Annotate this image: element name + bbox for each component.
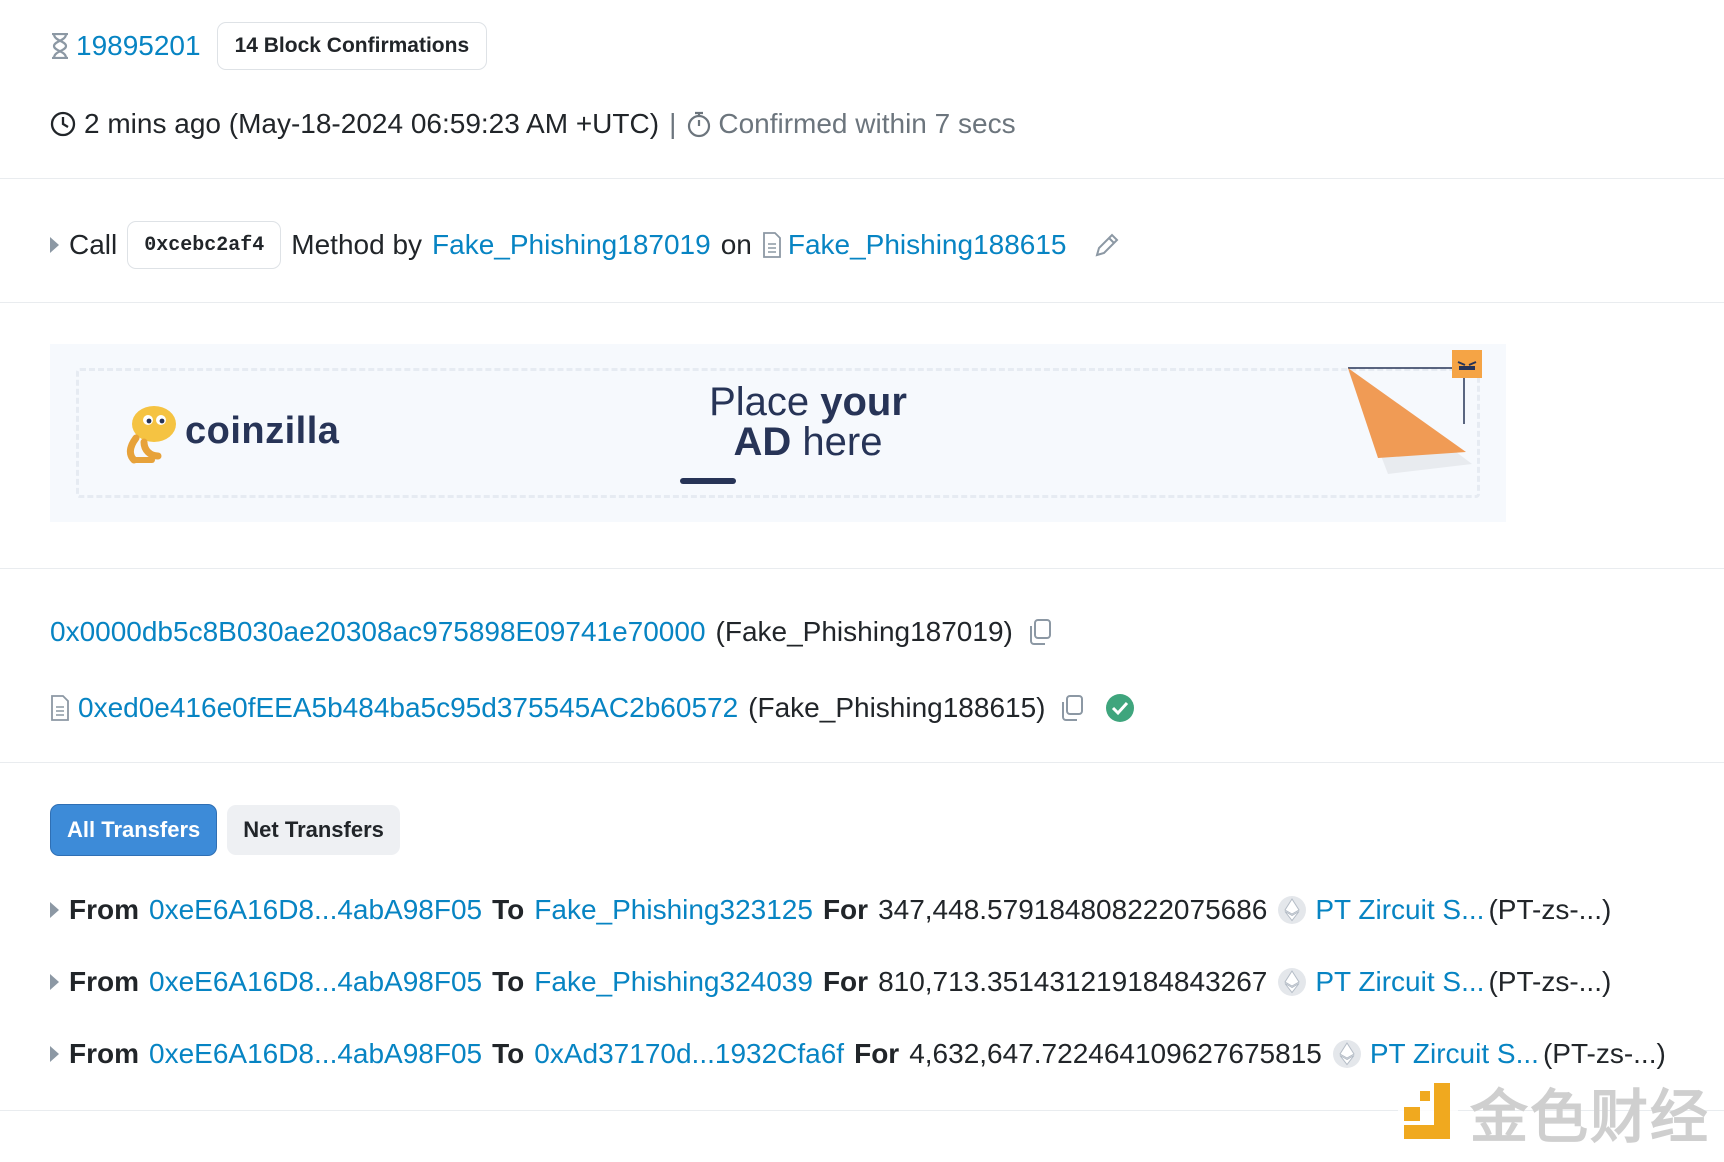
timestamp-separator: | xyxy=(669,108,677,139)
stopwatch-icon xyxy=(686,110,712,138)
timestamp-row: 2 mins ago (May-18-2024 06:59:23 AM +UTC… xyxy=(50,104,1016,144)
ad-line2-a: AD xyxy=(733,420,792,464)
confirmed-time-text: Confirmed within 7 secs xyxy=(718,108,1016,139)
method-by-label: Method by xyxy=(291,229,423,260)
to-keyword: To xyxy=(492,894,525,925)
timestamp-text: 2 mins ago (May-18-2024 06:59:23 AM +UTC… xyxy=(84,108,660,139)
contract-file-icon xyxy=(762,232,782,258)
expand-caret-icon[interactable] xyxy=(50,902,59,918)
transfer-to-link[interactable]: 0xAd37170d...1932Cfa6f xyxy=(534,1038,844,1070)
token-symbol: (PT-zs-...) xyxy=(1488,966,1612,997)
expand-caret-icon[interactable] xyxy=(50,974,59,990)
contract-file-icon xyxy=(50,694,70,722)
from-keyword: From xyxy=(69,894,139,925)
transfer-row: From 0xeE6A16D8...4abA98F05 To Fake_Phis… xyxy=(50,962,1611,1002)
for-keyword: For xyxy=(822,966,869,997)
method-id-badge: 0xcebc2af4 xyxy=(127,221,282,269)
call-label: Call xyxy=(69,229,118,260)
token-link[interactable]: PT Zircuit S... xyxy=(1370,1038,1539,1070)
jinse-watermark: 金色财经 xyxy=(1397,1070,1710,1154)
to-keyword: To xyxy=(492,966,525,997)
transfer-row: From 0xeE6A16D8...4abA98F05 To 0xAd37170… xyxy=(50,1034,1666,1074)
transfer-amount: 810,713.351431219184843267 xyxy=(878,966,1268,997)
ad-triangle-graphic-icon xyxy=(1346,346,1486,486)
divider xyxy=(0,568,1724,569)
to-keyword: To xyxy=(492,1038,525,1069)
ethereum-token-icon xyxy=(1277,895,1307,925)
transaction-action-row: Call 0xcebc2af4 Method by Fake_Phishing1… xyxy=(50,220,1121,270)
transfer-tabs: All Transfers Net Transfers xyxy=(50,804,410,856)
token-symbol: (PT-zs-...) xyxy=(1542,1038,1666,1069)
transfer-amount: 347,448.579184808222075686 xyxy=(878,894,1268,925)
ad-line1-a: Place xyxy=(709,380,821,424)
tab-net-transfers[interactable]: Net Transfers xyxy=(227,805,400,855)
divider xyxy=(0,178,1724,179)
tab-all-transfers[interactable]: All Transfers xyxy=(50,804,218,856)
for-keyword: For xyxy=(822,894,869,925)
transfer-from-link[interactable]: 0xeE6A16D8...4abA98F05 xyxy=(149,894,482,926)
to-address-row: 0xed0e416e0fEEA5b484ba5c95d375545AC2b605… xyxy=(50,688,1135,728)
ad-line2-b: here xyxy=(791,420,883,464)
divider xyxy=(0,302,1724,303)
block-number-link[interactable]: 19895201 xyxy=(76,30,201,62)
copy-icon[interactable] xyxy=(1059,694,1085,722)
ethereum-token-icon xyxy=(1277,967,1307,997)
ad-line1-b: your xyxy=(820,380,907,424)
verified-check-icon xyxy=(1105,693,1135,723)
ad-tagline: Place your AD here xyxy=(658,382,958,462)
edit-pencil-icon[interactable] xyxy=(1093,231,1121,259)
clock-icon xyxy=(50,111,76,137)
transfer-from-link[interactable]: 0xeE6A16D8...4abA98F05 xyxy=(149,1038,482,1070)
jinse-logo-icon xyxy=(1397,1079,1458,1145)
ad-banner[interactable]: coinzilla Place your AD here xyxy=(50,344,1506,522)
token-link[interactable]: PT Zircuit S... xyxy=(1315,966,1484,998)
caller-link[interactable]: Fake_Phishing187019 xyxy=(432,229,711,261)
transfer-row: From 0xeE6A16D8...4abA98F05 To Fake_Phis… xyxy=(50,890,1611,930)
from-keyword: From xyxy=(69,966,139,997)
block-row: 19895201 14 Block Confirmations xyxy=(50,22,488,70)
transfer-to-link[interactable]: Fake_Phishing323125 xyxy=(534,894,813,926)
block-confirmations-badge: 14 Block Confirmations xyxy=(216,22,488,70)
hourglass-icon xyxy=(50,33,70,59)
to-address-label: (Fake_Phishing188615) xyxy=(748,692,1046,723)
expand-caret-icon[interactable] xyxy=(50,237,59,253)
from-address-link[interactable]: 0x0000db5c8B030ae20308ac975898E09741e700… xyxy=(50,616,706,648)
from-address-row: 0x0000db5c8B030ae20308ac975898E09741e700… xyxy=(50,612,1053,652)
token-symbol: (PT-zs-...) xyxy=(1488,894,1612,925)
ethereum-token-icon xyxy=(1332,1039,1362,1069)
expand-caret-icon[interactable] xyxy=(50,1046,59,1062)
coinzilla-mascot-icon xyxy=(114,398,180,468)
contract-link[interactable]: Fake_Phishing188615 xyxy=(788,229,1067,261)
from-keyword: From xyxy=(69,1038,139,1069)
for-keyword: For xyxy=(854,1038,900,1069)
token-link[interactable]: PT Zircuit S... xyxy=(1315,894,1484,926)
ad-brand-text: coinzilla xyxy=(185,410,340,452)
from-address-label: (Fake_Phishing187019) xyxy=(715,616,1013,647)
to-address-link[interactable]: 0xed0e416e0fEEA5b484ba5c95d375545AC2b605… xyxy=(78,692,738,724)
transfer-to-link[interactable]: Fake_Phishing324039 xyxy=(534,966,813,998)
ad-underline xyxy=(680,478,736,484)
transfer-amount: 4,632,647.722464109627675815 xyxy=(909,1038,1322,1069)
transfer-from-link[interactable]: 0xeE6A16D8...4abA98F05 xyxy=(149,966,482,998)
copy-icon[interactable] xyxy=(1027,618,1053,646)
watermark-text: 金色财经 xyxy=(1469,1085,1710,1150)
divider xyxy=(0,762,1724,763)
on-label: on xyxy=(720,229,752,260)
